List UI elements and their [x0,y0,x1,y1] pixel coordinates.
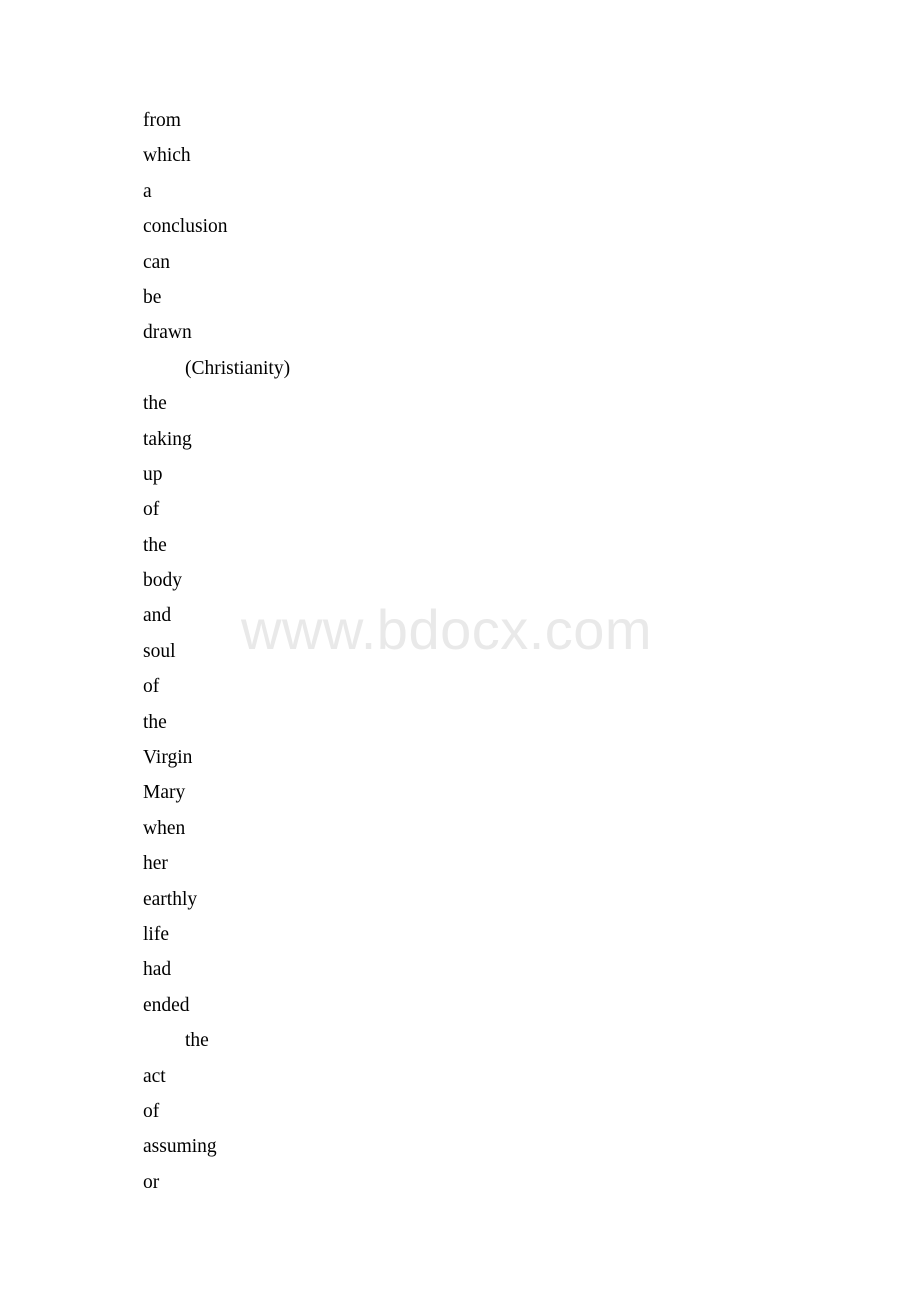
text-line: and [143,605,172,627]
text-line: of [143,499,160,521]
text-line: drawn [143,322,192,344]
text-line: the [143,534,167,556]
text-line: soul [143,640,176,662]
text-line: (Christianity) [185,357,291,379]
text-line: be [143,286,162,308]
text-line: life [143,923,169,945]
text-line: earthly [143,888,198,910]
text-line: assuming [143,1136,217,1158]
text-line: ended [143,994,190,1016]
document-page: www.bdocx.com from which a conclusion can be d… [0,0,920,1302]
text-line: from [143,110,181,131]
text-line: when [143,817,186,839]
text-line: Virgin [143,747,193,769]
text-line: the [185,1030,209,1052]
text-line: her [143,853,168,875]
text-line: conclusion [143,216,228,238]
text-line: the [143,393,167,415]
text-line: body [143,570,182,592]
text-line: a [143,180,152,202]
text-line: had [143,959,172,981]
text-line: up [143,463,163,485]
text-line: of [143,676,160,698]
text-line: Mary [143,782,186,804]
text-line: which [143,145,191,167]
text-line: taking [143,428,192,450]
text-line: the [143,711,167,733]
document-text-body: from which a conclusion can be drawn (Christian… [0,0,920,1200]
text-line: act [143,1065,166,1087]
text-line: can [143,251,171,273]
text-line: of [143,1100,160,1122]
text-line: or [143,1171,160,1193]
